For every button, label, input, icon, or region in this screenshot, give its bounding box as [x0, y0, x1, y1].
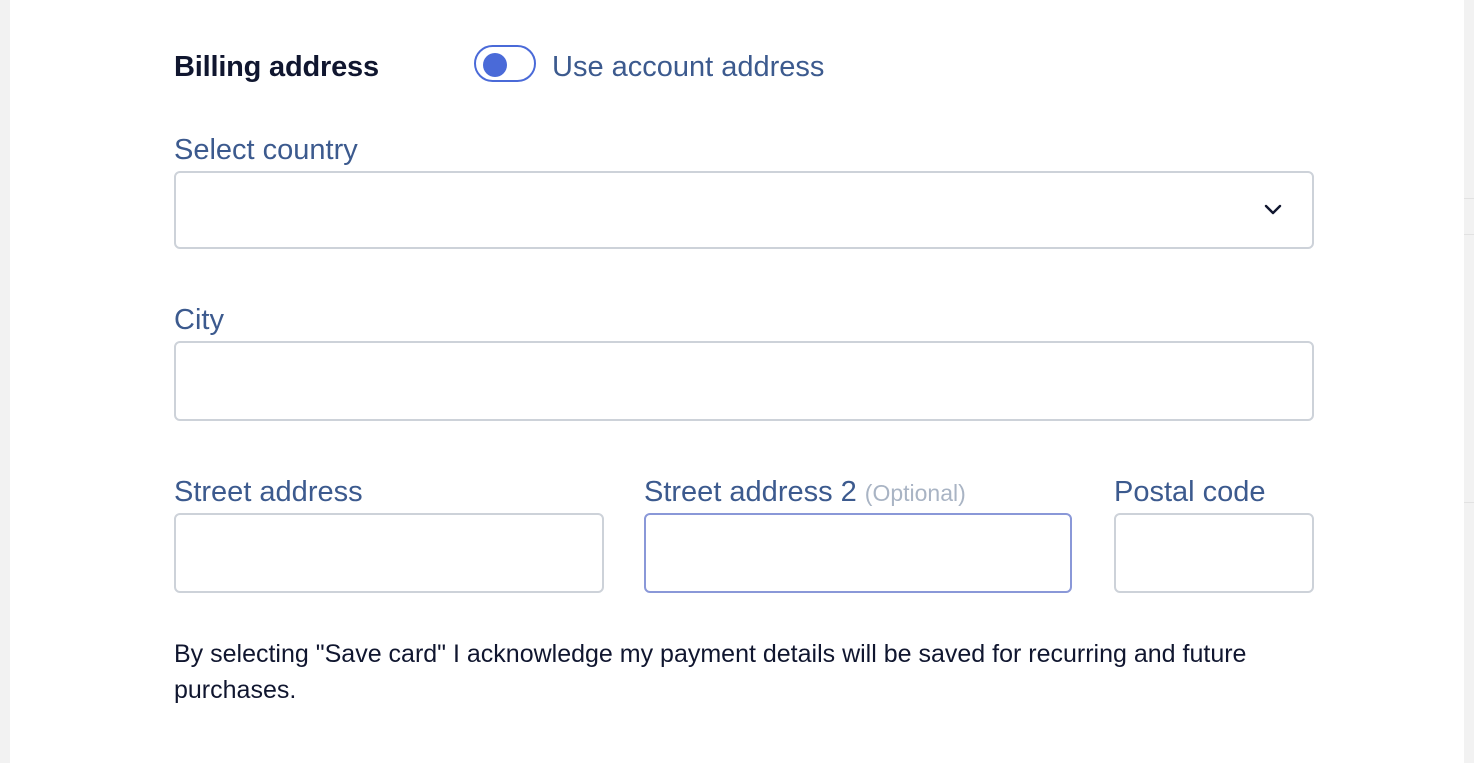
- chevron-down-icon[interactable]: [1264, 201, 1282, 219]
- city-field[interactable]: [174, 341, 1314, 421]
- street-address-2-input[interactable]: [646, 515, 1070, 591]
- optional-hint: (Optional): [864, 480, 966, 506]
- billing-address-title: Billing address: [174, 51, 379, 83]
- street-address-label: Street address: [174, 476, 363, 508]
- save-card-notice: By selecting "Save card" I acknowledge m…: [174, 640, 1247, 704]
- select-country-label: Select country: [174, 134, 358, 166]
- city-label: City: [174, 304, 224, 336]
- street-address-field[interactable]: [174, 513, 604, 593]
- use-account-address-toggle[interactable]: [474, 45, 536, 82]
- postal-code-input[interactable]: [1116, 515, 1312, 591]
- use-account-address-label[interactable]: Use account address: [552, 48, 824, 86]
- divider: [1464, 502, 1474, 503]
- country-select-value[interactable]: [176, 173, 1312, 247]
- right-edge-strip: [1464, 0, 1474, 763]
- billing-panel: Billing address Use account address Sele…: [10, 0, 1464, 763]
- city-input[interactable]: [176, 343, 1312, 419]
- divider: [1464, 234, 1474, 235]
- street-address-2-label-text: Street address 2: [644, 476, 857, 508]
- street-address-2-label: Street address 2 (Optional): [644, 473, 966, 512]
- divider: [1464, 198, 1474, 199]
- country-select[interactable]: [174, 171, 1314, 249]
- street-address-input[interactable]: [176, 515, 602, 591]
- toggle-knob: [483, 53, 507, 77]
- postal-code-label: Postal code: [1114, 476, 1266, 508]
- street-address-2-field[interactable]: [644, 513, 1072, 593]
- postal-code-field[interactable]: [1114, 513, 1314, 593]
